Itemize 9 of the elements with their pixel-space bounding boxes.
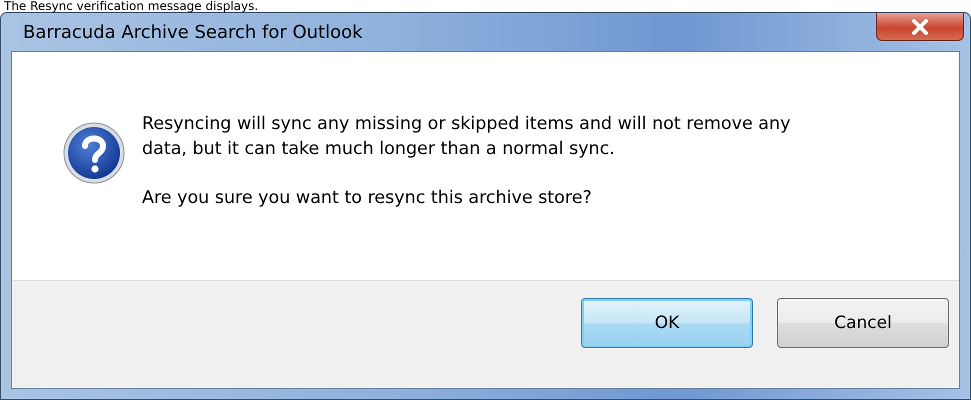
message-text: Resyncing will sync any missing or skipped items and will not remove any data, but it can take much longer than a normal sync. [142,113,792,161]
close-icon [910,18,930,34]
window-title: Barracuda Archive Search for Outlook [22,22,363,42]
close-button[interactable] [876,13,964,41]
caption-text: The Resync verification message displays. [3,0,260,12]
question-icon [62,121,126,185]
cancel-button[interactable]: Cancel [777,298,949,348]
message-text: Are you sure you want to resync this archive store? [142,187,593,210]
ok-button[interactable]: OK [581,298,753,348]
